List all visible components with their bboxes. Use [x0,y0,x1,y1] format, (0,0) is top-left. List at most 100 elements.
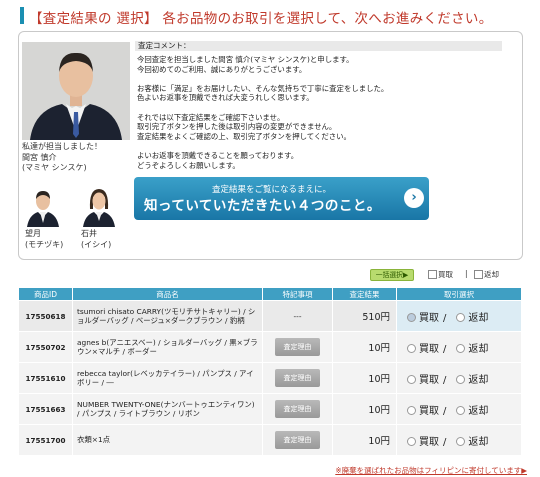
table-row: 17551610 rebecca taylor(レベッカテイラー) / パンプス… [18,362,522,394]
buy-label: 買取 [419,436,439,448]
item-note-cell: 査定理由 [262,424,333,456]
comment-line: 色よいお返事を頂戴できれば大変うれしく思います。 [137,93,314,103]
item-price: 10円 [332,424,397,456]
comment-line: 取引完了ボタンを押した後は取引内容の変更ができません。 [137,122,337,132]
return-radio[interactable] [456,374,466,384]
buy-radio[interactable] [407,405,416,415]
header-result: 査定結果 [332,287,397,301]
item-id: 17550702 [18,331,73,363]
item-note-cell: 査定理由 [262,331,333,363]
buy-label: 買取 [419,343,439,355]
return-label: 返却 [468,312,489,324]
bulk-divider: | [465,269,468,278]
staff-left-name: 望月 [25,229,41,238]
return-radio[interactable] [456,312,466,322]
comment-body: 今回査定を担当しました間宮 慎介(マミヤ シンスケ)と申します。 今回初めてのご… [137,55,497,180]
return-label: 返却 [468,405,489,417]
table-row: 17551663 NUMBER TWENTY-ONE(ナンバートゥエンティワン)… [18,393,522,425]
item-choice: 買取 / 返却 [396,424,522,456]
comment-line: 今回査定を担当しました間宮 慎介(マミヤ シンスケ)と申します。 [137,55,354,64]
comment-heading: 査定コメント： [135,41,502,51]
staff-main-label: 私達が担当しました！ 間宮 慎介 (マミヤ シンスケ) [22,142,102,174]
header-notes: 特記事項 [262,287,333,301]
donation-notice-link[interactable]: ※廃棄を選ばれたお品物はフィリピンに寄付しています▶ [335,465,527,476]
item-note-cell: 査定理由 [262,362,333,394]
item-price: 510円 [332,300,397,332]
page-title-bar: 【査定結果の 選択】 各お品物のお取引を選択して、次へお進みください。 [20,6,530,27]
buy-label: 買取 [419,312,439,324]
staff-main-name: 間宮 慎介 [22,152,57,162]
header-action: 取引選択 [396,287,522,301]
table-row: 17551700 衣類×1点 査定理由 10円 買取 / 返却 [18,424,522,456]
item-price: 10円 [332,393,397,425]
item-choice: 買取 / 返却 [396,362,522,394]
reason-button[interactable]: 査定理由 [275,431,320,449]
buy-radio[interactable] [407,374,416,384]
buy-radio[interactable] [407,436,416,446]
bulk-return-checkbox[interactable] [474,270,483,279]
return-radio[interactable] [456,343,466,353]
staff-right-label: 石井 (イシイ) [81,229,111,250]
comment-line: それでは以下査定結果をご確認下さいませ。 [137,112,285,122]
comment-paragraph-3: それでは以下査定結果をご確認下さいませ。 取引完了ボタンを押した後は取引内容の変… [137,113,497,142]
header-item-name: 商品名 [72,287,263,301]
comment-paragraph-1: 今回査定を担当しました間宮 慎介(マミヤ シンスケ)と申します。 今回初めてのご… [137,55,497,74]
item-name: agnes b(アニエスベー) / ショルダーバッグ / 黒×ブラウン×マルチ … [72,331,263,363]
header-item-id: 商品ID [18,287,73,301]
item-id: 17550618 [18,300,73,332]
item-id: 17551700 [18,424,73,456]
reason-button[interactable]: 査定理由 [275,369,320,387]
item-price: 10円 [332,331,397,363]
comment-line: どうぞよろしくお願いします。 [137,160,240,170]
return-radio[interactable] [456,405,466,415]
return-label: 返却 [468,374,489,386]
item-choice: 買取 / 返却 [396,331,522,363]
table-row: 17550702 agnes b(アニエスベー) / ショルダーバッグ / 黒×… [18,331,522,363]
comment-line: よいお返事を頂戴できることを願っております。 [137,150,299,160]
reason-button[interactable]: 査定理由 [275,400,320,418]
buy-label: 買取 [419,374,439,386]
comment-line: 今回初めてのご利用、誠にありがとうございます。 [137,64,307,74]
page-title: 【査定結果の 選択】 各お品物のお取引を選択して、次へお進みください。 [29,11,493,27]
item-choice: 買取 / 返却 [396,300,522,332]
staff-main-reading: (マミヤ シンスケ) [22,163,87,172]
comment-paragraph-2: お客様に「満足」をお届けしたい、そんな気持ちで丁寧に査定をしました。 色よいお返… [137,84,497,103]
staff-right-name: 石井 [81,229,97,238]
item-name: tsumori chisato CARRY(ツモリチサトキャリー) / ショルダ… [72,300,263,332]
chevron-right-icon: › [404,188,424,208]
item-id: 17551610 [18,362,73,394]
staff-caption: 私達が担当しました！ [22,142,102,151]
staff-right-reading: (イシイ) [81,239,112,249]
staff-left-reading: (モチヅキ) [25,239,64,249]
banner-line-2: 知っていていただきたい４つのこと。 [144,198,381,214]
bulk-select-button[interactable]: 一括選択▶ [370,269,414,281]
item-name: NUMBER TWENTY-ONE(ナンバートゥエンティワン) / パンプス /… [72,393,263,425]
staff-photo-main [22,42,130,140]
four-things-banner[interactable]: 査定結果をご覧になるまえに。 知っていていただきたい４つのこと。 › [134,177,429,220]
comment-line: 査定結果をよくご確認の上、取引完了ボタンを押してください。 [137,131,351,141]
buy-label: 買取 [419,405,439,417]
staff-left-label: 望月 (モチヅキ) [25,229,63,250]
return-radio[interactable] [456,436,466,446]
bulk-return-label: 返却 [484,270,499,279]
items-table: 商品ID 商品名 特記事項 査定結果 取引選択 17550618 tsumori… [18,287,522,456]
buy-radio[interactable] [407,312,416,322]
reason-button[interactable]: 査定理由 [275,338,320,356]
item-id: 17551663 [18,393,73,425]
staff-photo-left [25,183,61,227]
item-note-cell: 査定理由 [262,393,333,425]
staff-photo-right [81,183,117,227]
return-label: 返却 [468,343,489,355]
item-name: rebecca taylor(レベッカテイラー) / パンプス / アイボリー … [72,362,263,394]
buy-radio[interactable] [407,343,416,353]
item-choice: 買取 / 返却 [396,393,522,425]
item-note: --- [262,300,333,332]
table-row: 17550618 tsumori chisato CARRY(ツモリチサトキャリ… [18,300,522,332]
comment-paragraph-4: よいお返事を頂戴できることを願っております。 どうぞよろしくお願いします。 [137,151,497,170]
item-name: 衣類×1点 [72,424,263,456]
comment-line: お客様に「満足」をお届けしたい、そんな気持ちで丁寧に査定をしました。 [137,83,389,93]
bulk-buy-checkbox[interactable] [428,270,437,279]
return-label: 返却 [468,436,489,448]
item-price: 10円 [332,362,397,394]
table-header-row: 商品ID 商品名 特記事項 査定結果 取引選択 [18,287,522,301]
